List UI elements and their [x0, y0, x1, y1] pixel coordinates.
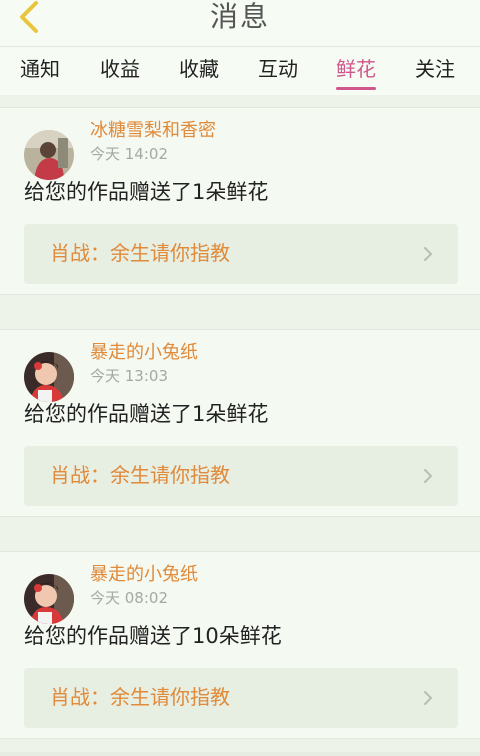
work-link[interactable]: 肖战：余生请你指教: [24, 224, 458, 284]
tab-follows[interactable]: 关注: [415, 57, 455, 81]
timestamp: 今天 08:02: [90, 589, 168, 607]
tab-flowers[interactable]: 鲜花: [336, 57, 376, 90]
avatar[interactable]: [24, 574, 74, 624]
timestamp: 今天 13:03: [90, 367, 168, 385]
avatar[interactable]: [24, 130, 74, 180]
chevron-right-icon: [424, 469, 432, 483]
username[interactable]: 暴走的小兔纸: [90, 342, 198, 364]
notification-card: 暴走的小兔纸 今天 08:02 给您的作品赠送了10朵鲜花 肖战：余生请你指教: [0, 551, 480, 739]
notification-message: 给您的作品赠送了1朵鲜花: [24, 180, 269, 204]
notification-message: 给您的作品赠送了1朵鲜花: [24, 402, 269, 426]
tab-notifications[interactable]: 通知: [20, 57, 60, 81]
work-title: 肖战：余生请你指教: [50, 241, 230, 265]
tab-earnings[interactable]: 收益: [100, 57, 140, 81]
tab-favorites[interactable]: 收藏: [179, 57, 219, 81]
tab-flowers-label: 鲜花: [336, 57, 376, 81]
work-link[interactable]: 肖战：余生请你指教: [24, 668, 458, 728]
header-bar: 消息: [0, 0, 480, 46]
username[interactable]: 冰糖雪梨和香密: [90, 120, 216, 142]
page-title: 消息: [209, 0, 270, 33]
notification-message: 给您的作品赠送了10朵鲜花: [24, 624, 282, 648]
list-bottom-edge: [0, 752, 480, 756]
active-tab-indicator: [336, 87, 376, 90]
chevron-right-icon: [424, 247, 432, 261]
avatar[interactable]: [24, 352, 74, 402]
timestamp: 今天 14:02: [90, 145, 168, 163]
chevron-right-icon: [424, 691, 432, 705]
username[interactable]: 暴走的小兔纸: [90, 564, 198, 586]
work-title: 肖战：余生请你指教: [50, 685, 230, 709]
work-link[interactable]: 肖战：余生请你指教: [24, 446, 458, 506]
notification-card: 暴走的小兔纸 今天 13:03 给您的作品赠送了1朵鲜花 肖战：余生请你指教: [0, 329, 480, 517]
tab-bar: 通知 收益 收藏 互动 鲜花 关注: [0, 46, 480, 95]
tab-interactions[interactable]: 互动: [258, 57, 298, 81]
work-title: 肖战：余生请你指教: [50, 463, 230, 487]
notification-card: 冰糖雪梨和香密 今天 14:02 给您的作品赠送了1朵鲜花 肖战：余生请你指教: [0, 107, 480, 295]
